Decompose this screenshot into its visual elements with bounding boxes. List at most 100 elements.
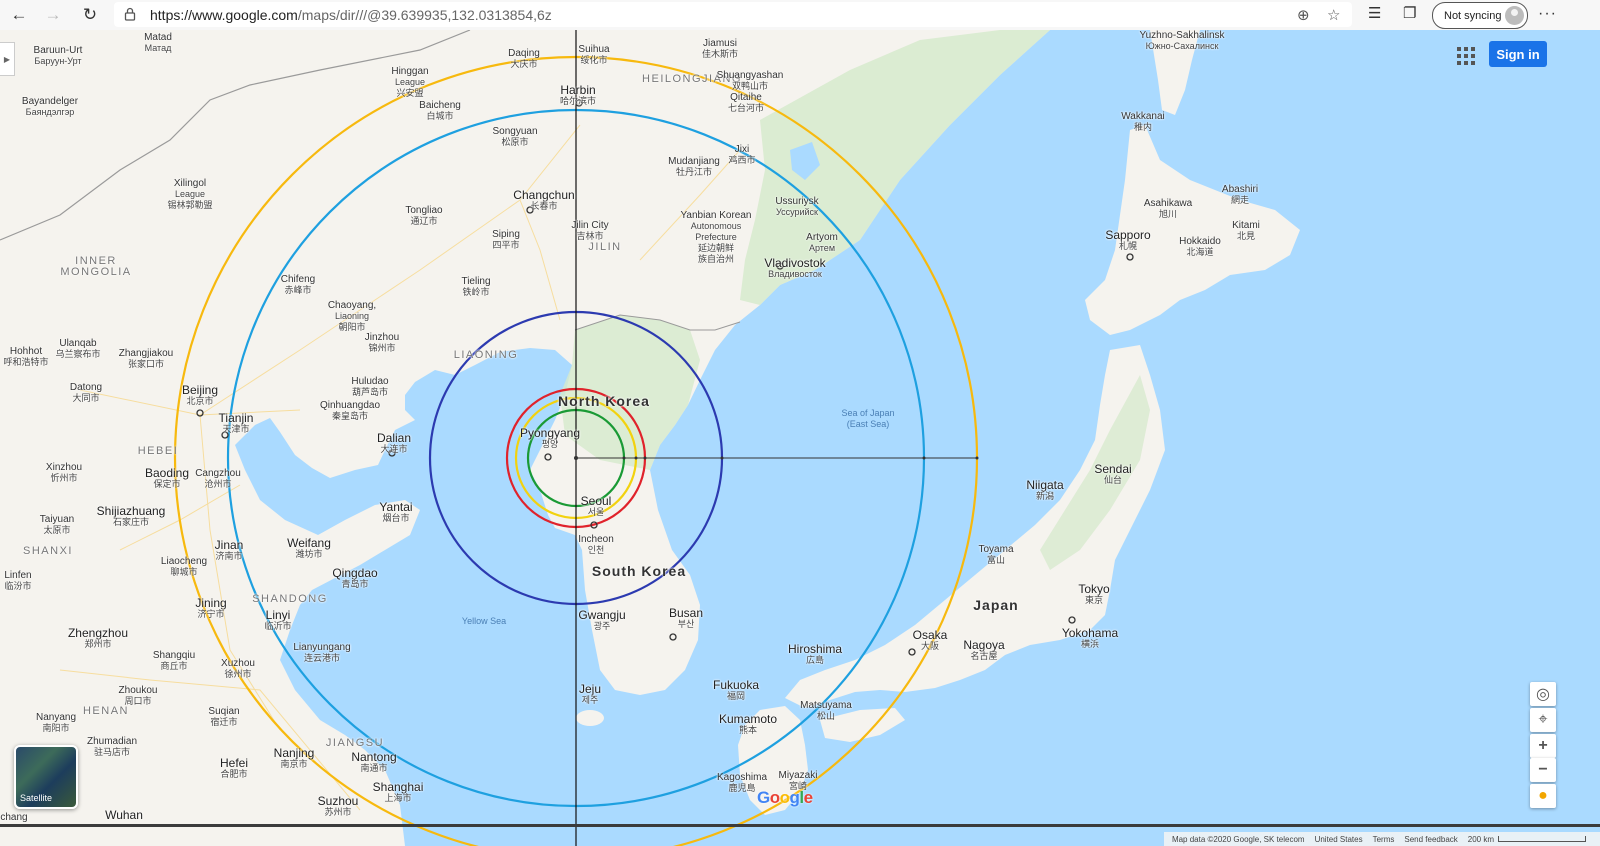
city-label: Niigata 新潟 (1026, 478, 1064, 501)
city-label: Hiroshima 広島 (787, 642, 843, 665)
pegman-icon[interactable]: ● (1530, 784, 1556, 808)
send-feedback-link[interactable]: Send feedback (1404, 835, 1457, 844)
region-label: INNER MONGOLIA (60, 255, 132, 278)
place-label: Tongliao 通辽市 (405, 205, 443, 226)
globe-icon[interactable]: ◎ (1530, 682, 1556, 706)
city-label: Changchun 长春市 (513, 188, 575, 211)
place-label: Baruun-Urt Барyyн-Урт (33, 45, 83, 66)
place-label: Hohhot 呼和浩特市 (3, 346, 49, 367)
city-label: Seoul 서울 (580, 494, 612, 517)
apps-icon[interactable] (1454, 44, 1478, 68)
url-host: https://www.google.com (150, 6, 298, 23)
place-label: Shuangyashan 双鸭山市 (716, 70, 784, 91)
place-label: Huludao 葫芦岛市 (351, 376, 389, 397)
place-label: Datong 大同市 (69, 382, 103, 403)
place-label: Cangzhou 沧州市 (195, 468, 241, 489)
place-label: Abashiri 網走 (1221, 184, 1259, 205)
city-label: Tianjin 天津市 (218, 411, 254, 434)
zoom-in-icon[interactable]: + (1530, 734, 1556, 758)
city-label: Gwangju 광주 (578, 608, 626, 631)
place-label: Jixi 鸡西市 (728, 144, 756, 165)
place-label: Toyama 富山 (978, 544, 1014, 565)
map-base[interactable] (0, 30, 1600, 846)
map-data-attribution: Map data ©2020 Google, SK telecom (1171, 834, 1305, 844)
collections-icon[interactable]: ❐ (1403, 4, 1416, 22)
sync-button[interactable]: Not syncing (1432, 2, 1528, 29)
city-label: Vladivostok Владивосток (764, 256, 826, 279)
avatar (1505, 6, 1524, 25)
country-label: South Korea (591, 563, 687, 579)
place-label: Chaoyang, Liaoning 朝阳市 (327, 300, 377, 332)
place-label: Ulanqab 乌兰察布市 (55, 338, 101, 359)
city-label: Busan 부산 (668, 606, 704, 629)
region-label: LIAONING (453, 349, 519, 361)
city-label: Yantai 烟台市 (379, 500, 413, 523)
forward-icon[interactable]: → (38, 1, 68, 29)
city-label: Pyongyang 평양 (519, 426, 581, 449)
country-label: Japan (973, 597, 1019, 613)
place-label: Bayandelger Баяндэлгэр (21, 96, 79, 117)
side-panel-toggle[interactable]: ▶ (0, 42, 15, 76)
region-label: SHANDONG (252, 593, 328, 605)
reload-icon[interactable]: ↻ (75, 1, 105, 29)
city-label: Osaka 大阪 (912, 628, 948, 651)
favorites-icon[interactable]: ☰ (1368, 4, 1381, 22)
place-label: Suqian 宿迁市 (208, 706, 240, 727)
place-label: Xilingol League 锡林郭勒盟 (167, 178, 213, 210)
terms-link[interactable]: Terms (1373, 835, 1395, 844)
city-label: Shanghai 上海市 (372, 780, 424, 803)
region-label: HEBEI (137, 445, 179, 457)
place-label: Qitaihe 七台河市 (727, 92, 765, 113)
city-label: Dalian 大连市 (376, 431, 412, 454)
add-icon[interactable]: ⊕ (1297, 6, 1310, 24)
region-label: SHANXI (23, 545, 73, 557)
place-label: Lianyungang 连云港市 (293, 642, 351, 663)
back-icon[interactable]: ← (4, 1, 34, 29)
place-label: Tieling 铁岭市 (461, 276, 491, 297)
place-label: Jinzhou 锦州市 (364, 332, 400, 353)
place-label: Hinggan League 兴安盟 (391, 66, 429, 98)
place-label: Matad Матад (144, 32, 172, 53)
sign-in-button[interactable]: Sign in (1489, 41, 1547, 67)
city-label: Jining 济宁市 (195, 596, 227, 619)
place-label: Artyom Артем (806, 232, 838, 253)
region-label: JILIN (588, 241, 622, 253)
place-label: Ussuriysk Уссурийск (775, 196, 819, 217)
place-label: Matsuyama 松山 (800, 700, 852, 721)
city-label: Harbin 哈尔滨市 (559, 83, 597, 106)
url-text[interactable]: https://www.google.com/maps/dir///@39.63… (150, 7, 552, 23)
city-label: Jeju 제주 (578, 682, 602, 705)
city-label: Yokohama 横浜 (1061, 626, 1119, 649)
location-icon[interactable]: ⌖ (1530, 708, 1556, 732)
place-label: Incheon 인천 (578, 534, 614, 555)
place-label: Songyuan 松原市 (492, 126, 538, 147)
scale-control[interactable]: 200 km (1468, 835, 1586, 844)
place-label: Shangqiu 商丘市 (152, 650, 196, 671)
zoom-out-icon[interactable]: − (1530, 758, 1556, 782)
region-link[interactable]: United States (1315, 835, 1363, 844)
menu-icon[interactable]: ··· (1538, 5, 1557, 23)
city-label: Linyi 临沂市 (264, 608, 292, 631)
star-icon[interactable]: ☆ (1327, 6, 1340, 24)
city-label: Baoding 保定市 (144, 466, 190, 489)
place-label: Baicheng 白城市 (419, 100, 461, 121)
place-label: Chifeng 赤峰市 (280, 274, 316, 295)
address-bar[interactable]: https://www.google.com/maps/dir///@39.63… (114, 2, 1352, 27)
url-path: /maps/dir///@39.639935,132.0313854,6z (297, 6, 552, 23)
city-label: Shijiazhuang 石家庄市 (96, 504, 166, 527)
place-label: Kitami 北見 (1232, 220, 1260, 241)
place-label: Xuzhou 徐州市 (221, 658, 255, 679)
place-label: Zhangjiakou 张家口市 (118, 348, 174, 369)
map-canvas[interactable]: Baruun-Urt Барyyн-Урт Matad Матад Bayandel… (0, 30, 1600, 846)
city-label: Nantong 南通市 (351, 750, 397, 773)
place-label: Daqing 大庆市 (508, 48, 540, 69)
city-label: Nagoya 名古屋 (963, 638, 1005, 661)
place-label: Yuzhno-Sakhalinsk Южно-Сахалинск (1139, 30, 1225, 51)
city-label: Beijing 北京市 (181, 383, 219, 406)
satellite-toggle[interactable]: Satellite (14, 745, 78, 809)
city-label: Hefei 合肥市 (219, 756, 249, 779)
place-label: Zhumadian 驻马店市 (86, 736, 138, 757)
place-label: Hokkaido 北海道 (1179, 236, 1221, 257)
lock-icon[interactable] (124, 7, 136, 21)
city-label: Sapporo 札幌 (1105, 228, 1151, 251)
